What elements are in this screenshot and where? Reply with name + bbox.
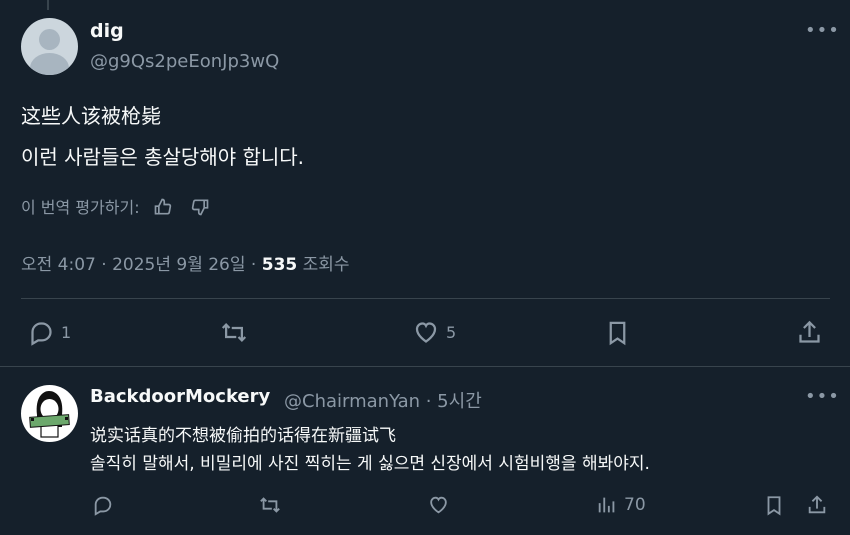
thumbs-down-icon[interactable] xyxy=(190,197,210,221)
author-name[interactable]: dig xyxy=(90,20,124,42)
reply-text-line2: 솔직히 말해서, 비밀리에 사진 찍히는 게 싫으면 신장에서 시험비행을 해봐… xyxy=(90,454,650,474)
divider xyxy=(0,366,850,367)
post-meta: 오전 4:07 · 2025년 9월 26일 · 535 조회수 xyxy=(21,250,350,275)
like-icon xyxy=(415,322,437,343)
translate-prompt: 이 번역 평가하기: xyxy=(21,198,140,217)
thumbs-up-icon[interactable] xyxy=(153,197,173,221)
reply-repost-button[interactable] xyxy=(258,494,282,516)
like-count: 5 xyxy=(446,323,457,342)
view-label: 조회수 xyxy=(297,255,350,275)
reply-bookmark-button[interactable] xyxy=(763,494,785,517)
view-count: 535 xyxy=(261,255,298,275)
like-button[interactable]: 5 xyxy=(412,319,456,346)
author-handle[interactable]: @g9Qs2peEonJp3wQ xyxy=(90,51,279,72)
avatar[interactable] xyxy=(21,18,78,75)
timestamp[interactable]: 오전 4:07 · 2025년 9월 26일 · xyxy=(21,255,262,275)
translation-rating: 이 번역 평가하기: xyxy=(21,194,210,221)
bookmark-button[interactable] xyxy=(604,319,631,347)
like-icon xyxy=(430,496,447,514)
reply-icon xyxy=(94,496,112,516)
reply-author-handle[interactable]: @ChairmanYan · 5시간 xyxy=(284,387,482,413)
more-icon[interactable]: ••• xyxy=(805,386,840,407)
repost-button[interactable] xyxy=(220,319,254,346)
reply-reply-button[interactable] xyxy=(92,494,114,516)
share-icon xyxy=(808,495,826,514)
post-text-line1: 这些人该被枪毙 xyxy=(21,104,161,128)
thread-connector-line xyxy=(47,0,49,10)
more-icon[interactable]: ••• xyxy=(805,20,840,41)
repost-icon xyxy=(221,323,247,342)
reply-text-line1: 说实话真的不想被偷拍的话得在新疆试飞 xyxy=(90,426,396,446)
repost-icon xyxy=(260,497,280,513)
bookmark-icon xyxy=(609,321,626,346)
reply-analytics-button[interactable]: 70 xyxy=(596,494,646,516)
bookmark-icon xyxy=(767,496,781,516)
reply-like-button[interactable] xyxy=(427,494,450,516)
reply-share-button[interactable] xyxy=(806,494,828,516)
share-icon xyxy=(799,320,820,343)
divider xyxy=(21,298,830,299)
reply-avatar[interactable] xyxy=(21,385,78,442)
share-button[interactable] xyxy=(796,319,823,346)
reply-view-count: 70 xyxy=(624,495,646,515)
reply-icon xyxy=(31,322,52,346)
reply-count: 1 xyxy=(61,323,72,342)
analytics-icon xyxy=(598,497,615,513)
reply-button[interactable]: 1 xyxy=(28,319,71,346)
reply-author-name[interactable]: BackdoorMockery xyxy=(90,386,270,407)
post-text-line2: 이런 사람들은 총살당해야 합니다. xyxy=(21,145,305,169)
